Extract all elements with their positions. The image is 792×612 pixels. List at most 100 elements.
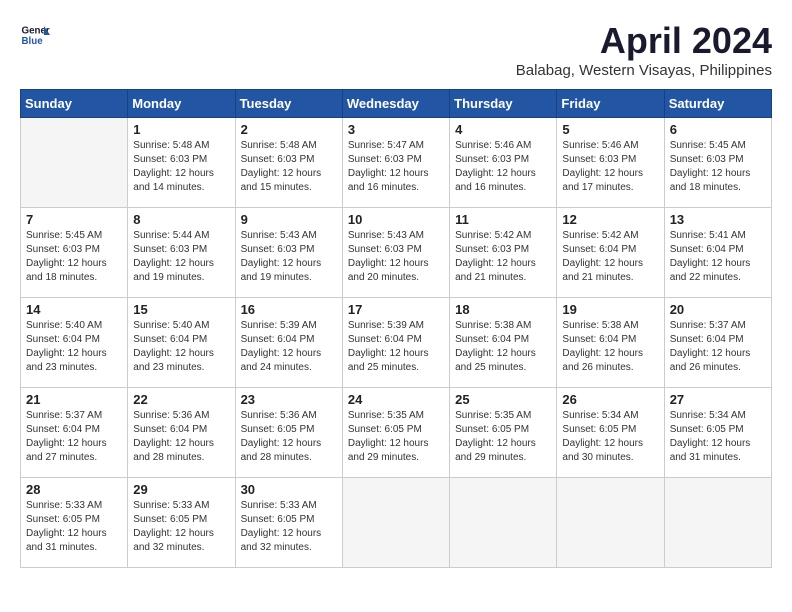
day-number: 18 [455,302,551,317]
week-row-4: 21 Sunrise: 5:37 AMSunset: 6:04 PMDayligh… [21,388,772,478]
day-info: Sunrise: 5:48 AMSunset: 6:03 PMDaylight:… [241,139,337,195]
calendar-cell: 12 Sunrise: 5:42 AMSunset: 6:04 PMDayligh… [557,208,664,298]
page-header: General Blue April 2024 Balabag, Western… [20,20,772,79]
calendar-cell: 17 Sunrise: 5:39 AMSunset: 6:04 PMDayligh… [342,298,449,388]
day-number: 13 [670,212,766,227]
calendar-cell: 18 Sunrise: 5:38 AMSunset: 6:04 PMDayligh… [450,298,557,388]
day-number: 6 [670,122,766,137]
day-info: Sunrise: 5:39 AMSunset: 6:04 PMDaylight:… [241,319,337,375]
calendar-cell [21,118,128,208]
day-number: 1 [133,122,229,137]
calendar-cell: 21 Sunrise: 5:37 AMSunset: 6:04 PMDayligh… [21,388,128,478]
day-info: Sunrise: 5:38 AMSunset: 6:04 PMDaylight:… [455,319,551,375]
day-number: 5 [562,122,658,137]
day-number: 21 [26,392,122,407]
day-info: Sunrise: 5:47 AMSunset: 6:03 PMDaylight:… [348,139,444,195]
day-number: 25 [455,392,551,407]
day-info: Sunrise: 5:33 AMSunset: 6:05 PMDaylight:… [26,499,122,555]
svg-text:Blue: Blue [22,36,44,47]
calendar-cell: 1 Sunrise: 5:48 AMSunset: 6:03 PMDaylight… [128,118,235,208]
calendar-cell: 22Sunrise: 5:36 AMSunset: 6:04 PMDayligh… [128,388,235,478]
day-info: Sunrise: 5:43 AMSunset: 6:03 PMDaylight:… [241,229,337,285]
day-number: 30 [241,482,337,497]
calendar-cell: 28 Sunrise: 5:33 AMSunset: 6:05 PMDayligh… [21,478,128,568]
day-info: Sunrise: 5:39 AMSunset: 6:04 PMDaylight:… [348,319,444,375]
calendar-cell: 30 Sunrise: 5:33 AMSunset: 6:05 PMDayligh… [235,478,342,568]
day-info: Sunrise: 5:42 AMSunset: 6:03 PMDaylight:… [455,229,551,285]
title-area: April 2024 Balabag, Western Visayas, Phi… [516,20,772,79]
calendar-cell: 29 Sunrise: 5:33 AMSunset: 6:05 PMDayligh… [128,478,235,568]
calendar-cell: 6 Sunrise: 5:45 AMSunset: 6:03 PMDaylight… [664,118,771,208]
day-info: Sunrise: 5:34 AMSunset: 6:05 PMDaylight:… [670,409,766,465]
month-title: April 2024 [516,20,772,62]
day-number: 8 [133,212,229,227]
day-info: Sunrise: 5:45 AMSunset: 6:03 PMDaylight:… [670,139,766,195]
day-number: 28 [26,482,122,497]
calendar-cell: 7 Sunrise: 5:45 AMSunset: 6:03 PMDaylight… [21,208,128,298]
weekday-header-friday: Friday [557,90,664,118]
day-number: 7 [26,212,122,227]
day-number: 12 [562,212,658,227]
day-info: Sunrise: 5:46 AMSunset: 6:03 PMDaylight:… [455,139,551,195]
calendar-cell: 26 Sunrise: 5:34 AMSunset: 6:05 PMDayligh… [557,388,664,478]
week-row-1: 1 Sunrise: 5:48 AMSunset: 6:03 PMDaylight… [21,118,772,208]
day-number: 16 [241,302,337,317]
calendar-cell: 11Sunrise: 5:42 AMSunset: 6:03 PMDayligh… [450,208,557,298]
calendar-cell: 15Sunrise: 5:40 AMSunset: 6:04 PMDayligh… [128,298,235,388]
day-info: Sunrise: 5:44 AMSunset: 6:03 PMDaylight:… [133,229,229,285]
day-info: Sunrise: 5:36 AMSunset: 6:05 PMDaylight:… [241,409,337,465]
calendar-cell: 2 Sunrise: 5:48 AMSunset: 6:03 PMDaylight… [235,118,342,208]
day-info: Sunrise: 5:33 AMSunset: 6:05 PMDaylight:… [241,499,337,555]
day-number: 26 [562,392,658,407]
subtitle: Balabag, Western Visayas, Philippines [516,62,772,79]
week-row-2: 7 Sunrise: 5:45 AMSunset: 6:03 PMDaylight… [21,208,772,298]
day-info: Sunrise: 5:46 AMSunset: 6:03 PMDaylight:… [562,139,658,195]
day-number: 17 [348,302,444,317]
calendar-cell: 5 Sunrise: 5:46 AMSunset: 6:03 PMDaylight… [557,118,664,208]
weekday-header-thursday: Thursday [450,90,557,118]
day-number: 14 [26,302,122,317]
day-info: Sunrise: 5:35 AMSunset: 6:05 PMDaylight:… [348,409,444,465]
weekday-header-sunday: Sunday [21,90,128,118]
weekday-header-saturday: Saturday [664,90,771,118]
day-info: Sunrise: 5:42 AMSunset: 6:04 PMDaylight:… [562,229,658,285]
weekday-header-tuesday: Tuesday [235,90,342,118]
calendar-cell: 13 Sunrise: 5:41 AMSunset: 6:04 PMDayligh… [664,208,771,298]
calendar-cell: 27Sunrise: 5:34 AMSunset: 6:05 PMDayligh… [664,388,771,478]
day-info: Sunrise: 5:38 AMSunset: 6:04 PMDaylight:… [562,319,658,375]
day-number: 10 [348,212,444,227]
calendar-cell: 14 Sunrise: 5:40 AMSunset: 6:04 PMDayligh… [21,298,128,388]
weekday-header-wednesday: Wednesday [342,90,449,118]
day-info: Sunrise: 5:48 AMSunset: 6:03 PMDaylight:… [133,139,229,195]
day-number: 19 [562,302,658,317]
calendar-cell [450,478,557,568]
day-info: Sunrise: 5:41 AMSunset: 6:04 PMDaylight:… [670,229,766,285]
calendar-cell: 9 Sunrise: 5:43 AMSunset: 6:03 PMDaylight… [235,208,342,298]
calendar-cell: 19 Sunrise: 5:38 AMSunset: 6:04 PMDayligh… [557,298,664,388]
day-number: 2 [241,122,337,137]
calendar-cell: 20Sunrise: 5:37 AMSunset: 6:04 PMDayligh… [664,298,771,388]
day-info: Sunrise: 5:43 AMSunset: 6:03 PMDaylight:… [348,229,444,285]
day-info: Sunrise: 5:40 AMSunset: 6:04 PMDaylight:… [133,319,229,375]
weekday-header-monday: Monday [128,90,235,118]
calendar-cell: 8 Sunrise: 5:44 AMSunset: 6:03 PMDaylight… [128,208,235,298]
day-info: Sunrise: 5:34 AMSunset: 6:05 PMDaylight:… [562,409,658,465]
day-number: 9 [241,212,337,227]
day-info: Sunrise: 5:33 AMSunset: 6:05 PMDaylight:… [133,499,229,555]
calendar-cell: 10 Sunrise: 5:43 AMSunset: 6:03 PMDayligh… [342,208,449,298]
day-number: 29 [133,482,229,497]
day-number: 3 [348,122,444,137]
day-info: Sunrise: 5:40 AMSunset: 6:04 PMDaylight:… [26,319,122,375]
day-number: 20 [670,302,766,317]
calendar-cell: 16 Sunrise: 5:39 AMSunset: 6:04 PMDayligh… [235,298,342,388]
day-info: Sunrise: 5:35 AMSunset: 6:05 PMDaylight:… [455,409,551,465]
logo-icon: General Blue [20,20,50,50]
day-info: Sunrise: 5:45 AMSunset: 6:03 PMDaylight:… [26,229,122,285]
calendar-cell: 23Sunrise: 5:36 AMSunset: 6:05 PMDayligh… [235,388,342,478]
day-info: Sunrise: 5:37 AMSunset: 6:04 PMDaylight:… [26,409,122,465]
calendar-cell: 24Sunrise: 5:35 AMSunset: 6:05 PMDayligh… [342,388,449,478]
week-row-3: 14 Sunrise: 5:40 AMSunset: 6:04 PMDayligh… [21,298,772,388]
day-number: 22 [133,392,229,407]
calendar-cell: 3 Sunrise: 5:47 AMSunset: 6:03 PMDaylight… [342,118,449,208]
calendar-table: SundayMondayTuesdayWednesdayThursdayFrid… [20,89,772,568]
